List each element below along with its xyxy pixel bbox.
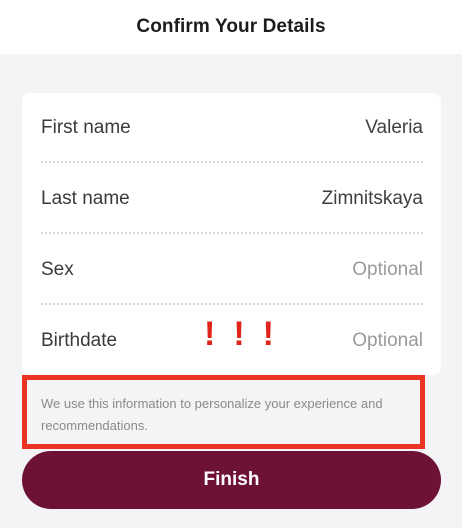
first-name-row[interactable]: First name Valeria — [41, 93, 423, 163]
header: Confirm Your Details — [0, 0, 462, 54]
exclamation-icon: ! — [233, 315, 245, 353]
divider — [41, 232, 423, 234]
birthdate-label: Birthdate — [41, 330, 118, 351]
info-text: We use this information to personalize y… — [41, 396, 383, 433]
finish-button[interactable]: Finish — [22, 451, 441, 509]
divider — [41, 161, 423, 163]
info-highlight-box: We use this information to personalize y… — [22, 375, 425, 449]
exclamation-icon: ! — [262, 315, 274, 353]
sex-row[interactable]: Sex Optional — [41, 235, 423, 305]
last-name-label: Last name — [41, 188, 130, 209]
divider — [41, 303, 423, 305]
exclamation-marks: ! ! ! — [204, 317, 274, 351]
confirm-details-screen: Confirm Your Details First name Valeria … — [0, 0, 462, 528]
last-name-row[interactable]: Last name Zimnitskaya — [41, 164, 423, 234]
details-card: First name Valeria Last name Zimnitskaya… — [22, 93, 441, 375]
page-title: Confirm Your Details — [136, 16, 326, 37]
sex-field[interactable]: Optional — [352, 259, 423, 281]
first-name-label: First name — [41, 117, 131, 138]
birthdate-field[interactable]: Optional — [352, 330, 423, 352]
last-name-value[interactable]: Zimnitskaya — [322, 188, 423, 210]
first-name-value[interactable]: Valeria — [365, 117, 423, 139]
exclamation-icon: ! — [204, 315, 216, 353]
sex-label: Sex — [41, 259, 74, 280]
